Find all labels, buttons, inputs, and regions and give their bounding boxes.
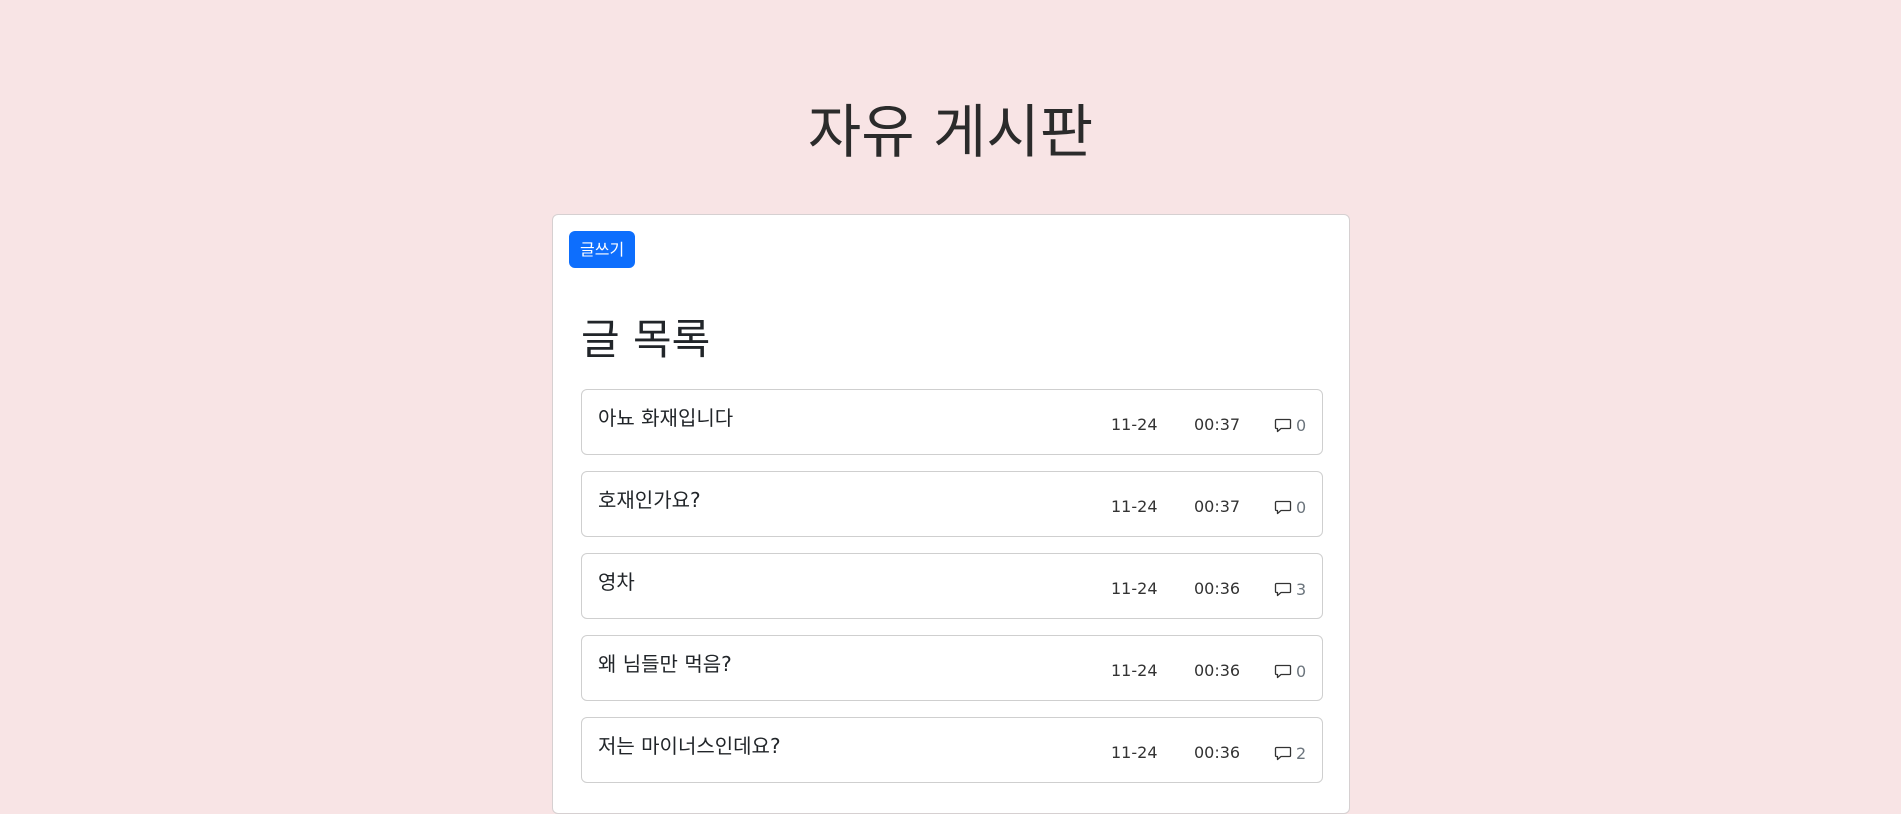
comment-icon — [1274, 499, 1292, 515]
write-button[interactable]: 글쓰기 — [569, 231, 636, 268]
post-time: 00:37 — [1194, 415, 1241, 434]
comment-count-value: 0 — [1296, 661, 1307, 681]
post-title[interactable]: 아뇨 화재입니다 — [598, 404, 733, 432]
comment-icon — [1274, 581, 1292, 597]
comment-icon — [1274, 745, 1292, 761]
post-row[interactable]: 왜 님들만 먹음? 11-24 00:36 0 — [581, 635, 1323, 701]
comment-count: 3 — [1274, 576, 1306, 602]
post-date: 11-24 — [1111, 743, 1158, 762]
comment-count-value: 0 — [1296, 497, 1307, 517]
comment-count-value: 3 — [1296, 579, 1307, 599]
post-title[interactable]: 왜 님들만 먹음? — [598, 650, 732, 678]
post-date: 11-24 — [1111, 497, 1158, 516]
post-title[interactable]: 호재인가요? — [598, 486, 701, 514]
post-row[interactable]: 저는 마이너스인데요? 11-24 00:36 2 — [581, 717, 1323, 783]
page-title: 자유 게시판 — [807, 98, 1094, 166]
post-row[interactable]: 영차 11-24 00:36 3 — [581, 553, 1323, 619]
post-title[interactable]: 영차 — [598, 568, 635, 596]
board-card: 글쓰기 글 목록 아뇨 화재입니다 11-24 00:37 0 호재인가요? 1… — [552, 214, 1350, 814]
comment-count-value: 0 — [1296, 415, 1307, 435]
post-list: 아뇨 화재입니다 11-24 00:37 0 호재인가요? 11-24 00:3… — [581, 389, 1323, 799]
post-time: 00:36 — [1194, 661, 1241, 680]
comment-icon — [1274, 417, 1292, 433]
post-date: 11-24 — [1111, 661, 1158, 680]
comment-count-value: 2 — [1296, 743, 1307, 763]
post-title[interactable]: 저는 마이너스인데요? — [598, 732, 781, 760]
comment-count: 2 — [1274, 740, 1306, 766]
post-date: 11-24 — [1111, 579, 1158, 598]
post-row[interactable]: 아뇨 화재입니다 11-24 00:37 0 — [581, 389, 1323, 455]
comment-count: 0 — [1274, 494, 1306, 520]
post-date: 11-24 — [1111, 415, 1158, 434]
post-time: 00:36 — [1194, 743, 1241, 762]
post-time: 00:36 — [1194, 579, 1241, 598]
list-title: 글 목록 — [581, 315, 711, 364]
comment-icon — [1274, 663, 1292, 679]
comment-count: 0 — [1274, 658, 1306, 684]
post-time: 00:37 — [1194, 497, 1241, 516]
post-row[interactable]: 호재인가요? 11-24 00:37 0 — [581, 471, 1323, 537]
comment-count: 0 — [1274, 412, 1306, 438]
